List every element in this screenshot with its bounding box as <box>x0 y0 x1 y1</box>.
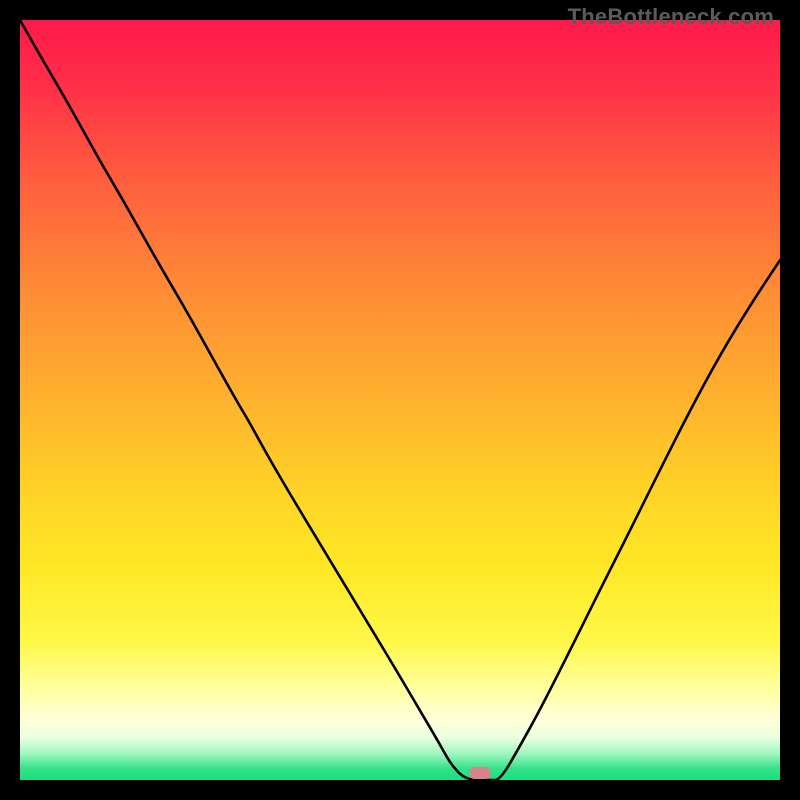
plot-area <box>20 20 780 780</box>
bottleneck-curve <box>20 20 780 780</box>
optimal-marker <box>469 767 491 779</box>
curve-layer <box>20 20 780 780</box>
chart-frame: TheBottleneck.com <box>0 0 800 800</box>
watermark-text: TheBottleneck.com <box>568 4 774 30</box>
